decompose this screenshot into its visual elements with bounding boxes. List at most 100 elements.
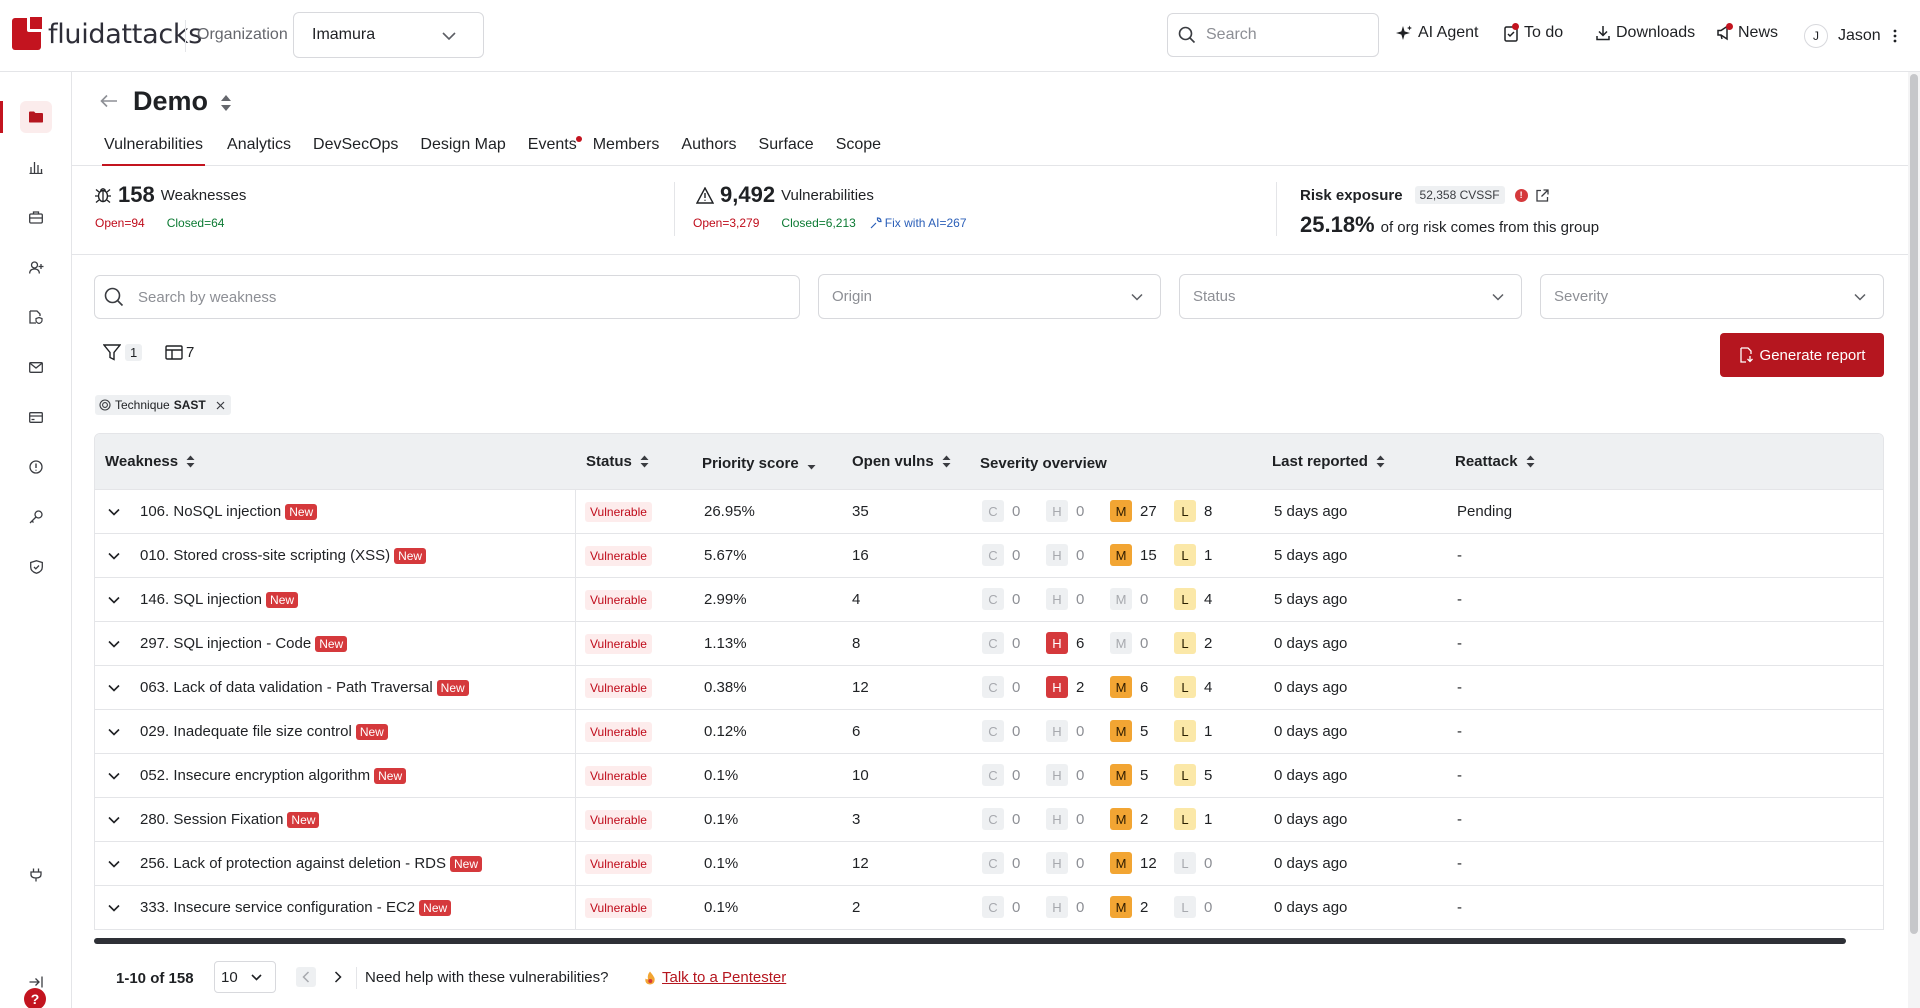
expand-sidebar-button[interactable] (0, 966, 72, 998)
severity-c-count: 0 (1012, 502, 1021, 520)
news-button[interactable]: News (1716, 23, 1778, 42)
tab-events[interactable]: Events (528, 130, 582, 166)
megaphone-icon (1716, 23, 1733, 41)
page-size-select[interactable]: 10 (214, 961, 276, 993)
expand-row-icon[interactable] (107, 813, 121, 831)
logo-text: fluidattacks (48, 18, 202, 50)
sidebar-item-compliance[interactable] (0, 551, 72, 583)
back-button[interactable] (100, 94, 118, 113)
sidebar-item-policies[interactable] (0, 301, 72, 333)
table-row[interactable]: 063. Lack of data validation - Path Trav… (95, 665, 1883, 710)
severity-c-count: 0 (1012, 722, 1021, 740)
remove-filter-icon[interactable] (216, 401, 225, 410)
expand-row-icon[interactable] (107, 593, 121, 611)
previous-page-button[interactable] (296, 967, 316, 987)
header-priority-score[interactable]: Priority score (702, 455, 816, 472)
sidebar-item-analytics[interactable] (0, 151, 72, 183)
horizontal-scrollbar[interactable] (94, 938, 1846, 944)
weakness-name-cell[interactable]: 146. SQL injection New (140, 591, 299, 608)
tab-analytics[interactable]: Analytics (227, 130, 291, 166)
status-select[interactable]: Status (1179, 274, 1522, 319)
header-reattack[interactable]: Reattack (1455, 453, 1535, 470)
weakness-name-cell[interactable]: 010. Stored cross-site scripting (XSS) Ne… (140, 547, 427, 564)
weakness-name-cell[interactable]: 333. Insecure service configuration - EC… (140, 899, 452, 916)
header-status[interactable]: Status (586, 453, 649, 470)
user-menu-button[interactable]: J Jason (1804, 24, 1897, 48)
weakness-name-cell[interactable]: 063. Lack of data validation - Path Trav… (140, 679, 469, 696)
page-size-value: 10 (221, 968, 238, 986)
sidebar-item-credentials[interactable] (0, 501, 72, 533)
expand-row-icon[interactable] (107, 725, 121, 743)
severity-select[interactable]: Severity (1540, 274, 1884, 319)
severity-l-count: 2 (1204, 634, 1213, 652)
generate-report-button[interactable]: Generate report (1720, 333, 1884, 377)
origin-placeholder: Origin (832, 288, 873, 305)
fix-with-ai-link[interactable]: Fix with AI=267 (870, 216, 967, 230)
table-row[interactable]: 333. Insecure service configuration - EC… (95, 885, 1883, 929)
expand-row-icon[interactable] (107, 769, 121, 787)
organization-select[interactable]: Imamura (293, 12, 484, 58)
risk-exposure-label: Risk exposure (1300, 186, 1403, 204)
weakness-name-cell[interactable]: 256. Lack of protection against deletion… (140, 855, 483, 872)
group-switcher-button[interactable] (220, 94, 232, 117)
external-link-icon[interactable] (1535, 188, 1549, 202)
sidebar-item-portfolio[interactable] (0, 201, 72, 233)
tab-authors[interactable]: Authors (681, 130, 736, 166)
exclamation-icon[interactable]: ! (1514, 188, 1528, 202)
weakness-name-cell[interactable]: 029. Inadequate file size control New (140, 723, 388, 740)
tab-design-map[interactable]: Design Map (420, 130, 505, 166)
tab-devsecops[interactable]: DevSecOps (313, 130, 398, 166)
sidebar-item-billing[interactable] (0, 401, 72, 433)
new-badge: New (266, 591, 299, 608)
header-open-vulns[interactable]: Open vulns (852, 453, 951, 470)
global-search-input[interactable]: Search (1167, 13, 1379, 57)
columns-button[interactable]: 7 (165, 344, 194, 361)
header-weakness[interactable]: Weakness (105, 453, 195, 470)
open-vulns: 3 (852, 811, 861, 828)
weakness-name-cell[interactable]: 297. SQL injection - Code New (140, 635, 348, 652)
sidebar-item-messages[interactable] (0, 351, 72, 383)
filters-button[interactable]: 1 (103, 344, 143, 361)
next-page-button[interactable] (328, 967, 348, 987)
sidebar-item-groups[interactable] (0, 101, 72, 133)
tab-scope[interactable]: Scope (836, 130, 881, 166)
sidebar-item-members[interactable] (0, 251, 72, 283)
expand-row-icon[interactable] (107, 549, 121, 567)
expand-row-icon[interactable] (107, 637, 121, 655)
table-row[interactable]: 010. Stored cross-site scripting (XSS) Ne… (95, 533, 1883, 578)
sidebar-item-alerts[interactable] (0, 451, 72, 483)
table-row[interactable]: 106. NoSQL injection New Vulnerable 26.95% 3… (95, 489, 1883, 534)
sidebar-item-integrations[interactable] (0, 859, 72, 891)
tab-surface[interactable]: Surface (759, 130, 814, 166)
logo[interactable]: fluidattacks (12, 14, 202, 50)
weakness-name-cell[interactable]: 106. NoSQL injection New (140, 503, 318, 520)
severity-m-letter: M (1110, 764, 1132, 786)
todo-button[interactable]: To do (1503, 22, 1563, 42)
expand-row-icon[interactable] (107, 681, 121, 699)
downloads-label: Downloads (1616, 24, 1696, 41)
expand-row-icon[interactable] (107, 505, 121, 523)
expand-row-icon[interactable] (107, 857, 121, 875)
ai-agent-button[interactable]: AI Agent (1396, 24, 1479, 42)
table-row[interactable]: 052. Insecure encryption algorithm New Vul… (95, 753, 1883, 798)
tab-vulnerabilities[interactable]: Vulnerabilities (102, 130, 206, 166)
weaknesses-label: Weaknesses (160, 186, 247, 204)
scrollbar-thumb[interactable] (1910, 74, 1918, 934)
weakness-name-cell[interactable]: 280. Session Fixation New (140, 811, 320, 828)
expand-row-icon[interactable] (107, 901, 121, 919)
vertical-scrollbar[interactable] (1908, 72, 1920, 1008)
table-row[interactable]: 029. Inadequate file size control New Vuln… (95, 709, 1883, 754)
downloads-button[interactable]: Downloads (1595, 24, 1695, 42)
table-row[interactable]: 280. Session Fixation New Vulnerable 0.1% 3 C… (95, 797, 1883, 842)
weakness-name-cell[interactable]: 052. Insecure encryption algorithm New (140, 767, 407, 784)
table-row[interactable]: 256. Lack of protection against deletion… (95, 841, 1883, 886)
tab-members[interactable]: Members (593, 130, 660, 166)
origin-select[interactable]: Origin (818, 274, 1161, 319)
header-last-reported[interactable]: Last reported (1272, 453, 1385, 470)
table-row[interactable]: 297. SQL injection - Code New Vulnerable 1.… (95, 621, 1883, 666)
severity-h: H0 (1046, 500, 1084, 522)
talk-to-pentester-link[interactable]: Talk to a Pentester (644, 969, 786, 986)
weakness-search-input[interactable]: Search by weakness (94, 275, 800, 319)
risk-percent: 25.18% (1300, 212, 1375, 237)
table-row[interactable]: 146. SQL injection New Vulnerable 2.99% 4 C 0 H… (95, 577, 1883, 622)
